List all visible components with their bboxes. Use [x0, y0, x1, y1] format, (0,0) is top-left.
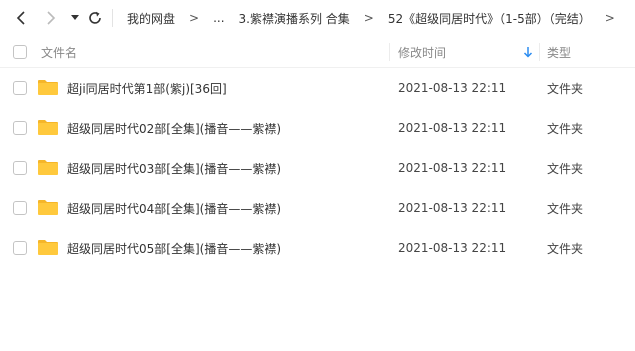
toolbar: 我的网盘 > ... 3.紫襟演播系列 合集 > 52《超级同居时代》（1-5部…	[0, 0, 635, 36]
sort-down-arrow-icon[interactable]	[523, 46, 533, 58]
file-type: 文件夹	[547, 81, 584, 96]
file-name[interactable]: 超ji同居时代第1部(紫j)[36回]	[67, 68, 227, 108]
refresh-icon	[89, 11, 101, 24]
file-name[interactable]: 超级同居时代04部[全集](播音——紫襟)	[67, 188, 281, 228]
row-checkbox[interactable]	[13, 201, 27, 215]
breadcrumb-ellipsis[interactable]: ...	[213, 11, 224, 25]
row-checkbox[interactable]	[13, 121, 27, 135]
breadcrumb-separator: >	[189, 11, 200, 25]
row-checkbox[interactable]	[13, 161, 27, 175]
breadcrumb: 我的网盘 > ... 3.紫襟演播系列 合集 > 52《超级同居时代》（1-5部…	[127, 0, 629, 36]
breadcrumb-separator: >	[604, 11, 615, 25]
chevron-right-icon	[47, 11, 56, 25]
column-divider[interactable]	[539, 43, 540, 61]
file-row[interactable]: 超级同居时代03部[全集](播音——紫襟) 2021-08-13 22:11 文…	[0, 148, 635, 188]
folder-icon	[38, 200, 58, 215]
back-button[interactable]	[14, 10, 28, 26]
toolbar-divider	[112, 9, 113, 27]
file-name[interactable]: 超级同居时代02部[全集](播音——紫襟)	[67, 108, 281, 148]
file-row[interactable]: 超级同居时代04部[全集](播音——紫襟) 2021-08-13 22:11 文…	[0, 188, 635, 228]
folder-icon	[38, 160, 58, 175]
file-name[interactable]: 超级同居时代03部[全集](播音——紫襟)	[67, 148, 281, 188]
column-header-name[interactable]: 文件名	[41, 36, 77, 68]
select-all-checkbox[interactable]	[13, 45, 27, 59]
file-modified-date: 2021-08-13 22:11	[398, 121, 507, 135]
breadcrumb-item-my-drive[interactable]: 我的网盘	[127, 10, 175, 27]
refresh-button[interactable]	[87, 10, 103, 26]
breadcrumb-item-current-folder[interactable]: 52《超级同居时代》（1-5部）（完结）	[388, 10, 591, 27]
file-modified-date: 2021-08-13 22:11	[398, 161, 507, 175]
file-type: 文件夹	[547, 201, 584, 216]
column-header-modified[interactable]: 修改时间	[398, 36, 446, 68]
file-name[interactable]: 超级同居时代05部[全集](播音——紫襟)	[67, 228, 281, 268]
file-row[interactable]: 超ji同居时代第1部(紫j)[36回] 2021-08-13 22:11 文件夹	[0, 68, 635, 108]
file-list: 超ji同居时代第1部(紫j)[36回] 2021-08-13 22:11 文件夹…	[0, 68, 635, 268]
column-header-type[interactable]: 类型	[547, 36, 571, 68]
row-checkbox[interactable]	[13, 81, 27, 95]
file-list-header: 文件名 修改时间 类型	[0, 36, 635, 68]
file-type: 文件夹	[547, 241, 584, 256]
folder-icon	[38, 120, 58, 135]
file-row[interactable]: 超级同居时代02部[全集](播音——紫襟) 2021-08-13 22:11 文…	[0, 108, 635, 148]
breadcrumb-item-collection[interactable]: 3.紫襟演播系列 合集	[239, 10, 350, 27]
forward-button[interactable]	[44, 10, 58, 26]
chevron-left-icon	[16, 11, 25, 25]
file-modified-date: 2021-08-13 22:11	[398, 201, 507, 215]
caret-down-icon	[71, 15, 79, 20]
file-type: 文件夹	[547, 121, 584, 136]
column-divider[interactable]	[389, 43, 390, 61]
breadcrumb-separator: >	[363, 11, 374, 25]
folder-icon	[38, 240, 58, 255]
file-row[interactable]: 超级同居时代05部[全集](播音——紫襟) 2021-08-13 22:11 文…	[0, 228, 635, 268]
history-dropdown-button[interactable]	[69, 10, 81, 26]
row-checkbox[interactable]	[13, 241, 27, 255]
folder-icon	[38, 80, 58, 95]
file-modified-date: 2021-08-13 22:11	[398, 81, 507, 95]
file-modified-date: 2021-08-13 22:11	[398, 241, 507, 255]
file-type: 文件夹	[547, 161, 584, 176]
